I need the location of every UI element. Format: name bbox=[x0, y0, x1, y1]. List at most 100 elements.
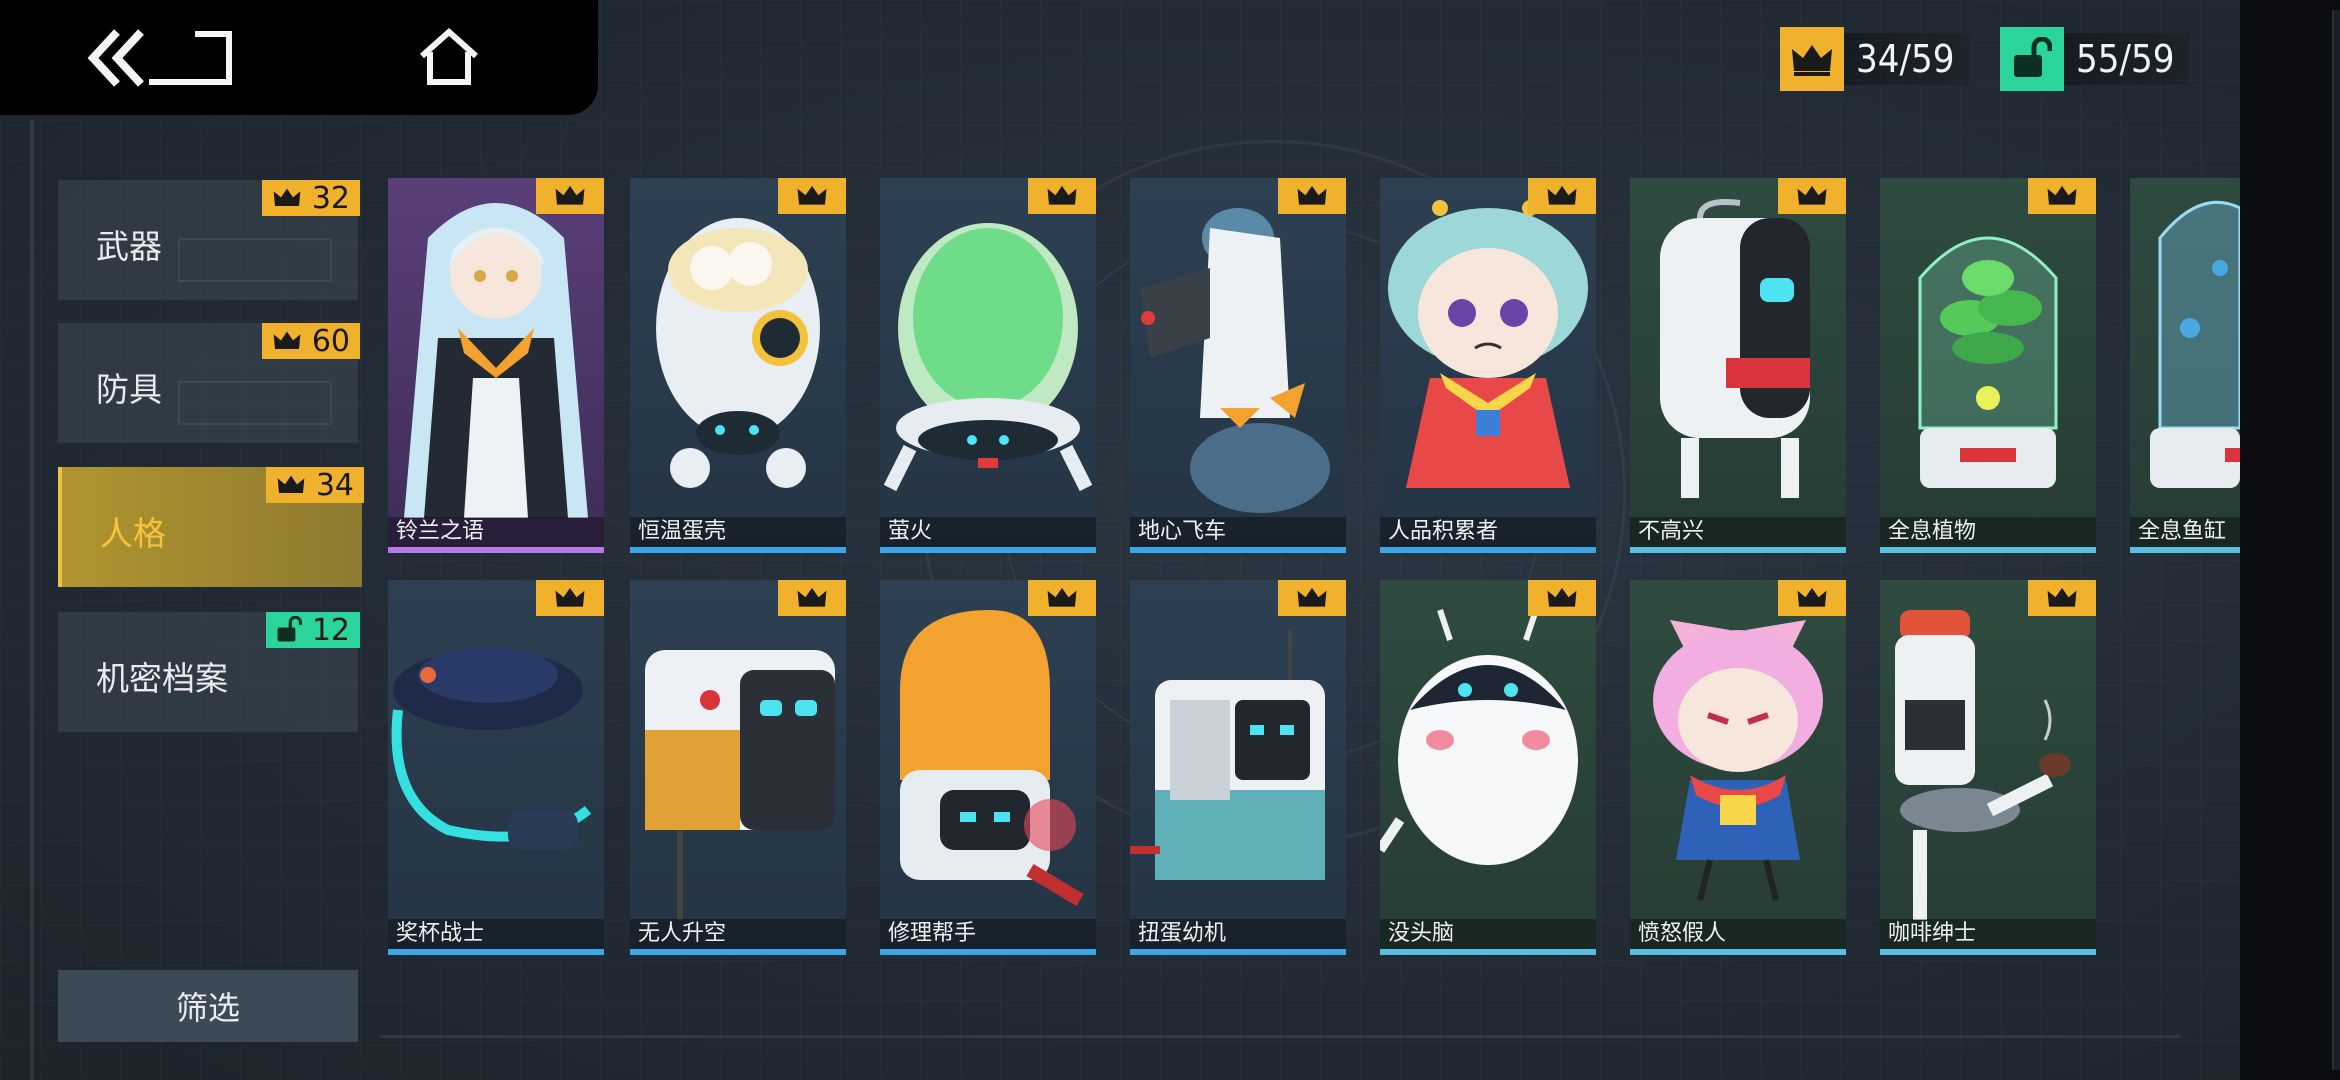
item-card[interactable]: 没头脑 bbox=[1380, 580, 1596, 955]
category-count: 12 bbox=[311, 612, 350, 648]
crown-icon bbox=[1047, 587, 1077, 607]
crown-icon bbox=[2047, 587, 2077, 607]
rarity-stripe bbox=[388, 949, 604, 955]
category-count: 34 bbox=[315, 467, 354, 503]
unlock-count: 55/59 bbox=[2064, 33, 2189, 85]
item-name: 全息鱼缸 bbox=[2138, 519, 2227, 544]
category-badge: 32 bbox=[261, 180, 360, 216]
crown-icon bbox=[555, 587, 585, 607]
rarity-stripe bbox=[630, 949, 846, 955]
item-name: 全息植物 bbox=[1888, 519, 1977, 544]
crown-badge bbox=[2028, 580, 2096, 616]
category-armor[interactable]: 防具 60 bbox=[58, 323, 360, 443]
crown-icon bbox=[273, 188, 301, 206]
rarity-stripe bbox=[1380, 547, 1596, 553]
crown-count: 34/59 bbox=[1844, 33, 1969, 85]
item-name: 扭蛋幼机 bbox=[1138, 921, 1227, 946]
rarity-stripe bbox=[1380, 949, 1596, 955]
crown-badge bbox=[536, 580, 604, 616]
item-card[interactable]: 咖啡绅士 bbox=[1880, 580, 2096, 955]
item-card[interactable]: 扭蛋幼机 bbox=[1130, 580, 1346, 955]
rarity-stripe bbox=[388, 547, 604, 553]
crown-badge bbox=[2028, 178, 2096, 214]
rarity-stripe bbox=[880, 949, 1096, 955]
item-name: 修理帮手 bbox=[888, 921, 977, 946]
item-card[interactable]: 不高兴 bbox=[1630, 178, 1846, 553]
crown-badge bbox=[1278, 178, 1346, 214]
crown-badge bbox=[1528, 580, 1596, 616]
category-badge: 12 bbox=[265, 612, 360, 648]
item-name: 无人升空 bbox=[638, 921, 727, 946]
rarity-stripe bbox=[1880, 949, 2096, 955]
rarity-stripe bbox=[1630, 949, 1846, 955]
category-count: 32 bbox=[311, 180, 350, 216]
item-card[interactable]: 萤火 bbox=[880, 178, 1096, 553]
double-chevron-back-icon[interactable] bbox=[85, 28, 235, 88]
filter-button[interactable]: 筛选 bbox=[58, 970, 358, 1042]
crown-icon bbox=[797, 587, 827, 607]
category-classified-files[interactable]: 机密档案 12 bbox=[58, 612, 360, 732]
rarity-stripe bbox=[2130, 547, 2240, 553]
robot-art bbox=[645, 650, 835, 920]
unlock-icon bbox=[277, 616, 302, 642]
crown-icon bbox=[1797, 185, 1827, 205]
crown-badge bbox=[1028, 178, 1096, 214]
item-card[interactable]: 无人升空 bbox=[630, 580, 846, 955]
category-count: 60 bbox=[311, 323, 350, 359]
crown-icon bbox=[1780, 27, 1844, 91]
rarity-stripe bbox=[1130, 547, 1346, 553]
item-card[interactable]: 全息植物 bbox=[1880, 178, 2096, 553]
category-label: 人格 bbox=[100, 514, 166, 553]
right-edge-bracket bbox=[2332, 10, 2340, 1070]
item-name: 人品积累者 bbox=[1388, 519, 1499, 544]
crown-badge bbox=[1028, 580, 1096, 616]
robot-art bbox=[1140, 208, 1330, 513]
category-badge: 34 bbox=[265, 467, 364, 503]
rarity-stripe bbox=[630, 547, 846, 553]
crown-badge bbox=[778, 178, 846, 214]
category-badge: 60 bbox=[261, 323, 360, 359]
item-card[interactable]: 地心飞车 bbox=[1130, 178, 1346, 553]
item-name: 萤火 bbox=[888, 519, 933, 544]
crown-badge bbox=[778, 580, 846, 616]
item-card[interactable]: 全息鱼缸 bbox=[2130, 178, 2240, 553]
robot-art bbox=[883, 223, 1093, 492]
item-name: 铃兰之语 bbox=[396, 519, 485, 544]
rarity-stripe bbox=[1130, 949, 1346, 955]
category-personality[interactable]: 人格 34 bbox=[58, 467, 364, 587]
crown-icon bbox=[555, 185, 585, 205]
item-card[interactable]: 愤怒假人 bbox=[1630, 580, 1846, 955]
robot-art bbox=[1895, 610, 2071, 920]
crown-icon bbox=[1297, 587, 1327, 607]
item-name: 没头脑 bbox=[1388, 921, 1455, 946]
crown-badge bbox=[536, 178, 604, 214]
character-art bbox=[1653, 620, 1823, 901]
item-card[interactable]: 人品积累者 bbox=[1380, 178, 1596, 553]
robot-art bbox=[900, 610, 1084, 907]
item-name: 恒温蛋壳 bbox=[638, 519, 727, 544]
item-card[interactable]: 铃兰之语 bbox=[388, 178, 604, 553]
character-art bbox=[404, 203, 588, 518]
panel-decoration bbox=[178, 381, 332, 425]
item-card[interactable]: 修理帮手 bbox=[880, 580, 1096, 955]
game-screen: 34/59 55/59 武器 32 防具 60 人格 34 机密档案 12 筛选… bbox=[0, 0, 2240, 1080]
crown-badge bbox=[1778, 178, 1846, 214]
crown-icon bbox=[1797, 587, 1827, 607]
crown-icon bbox=[1047, 185, 1077, 205]
crown-icon bbox=[797, 185, 827, 205]
bottom-circuit-line bbox=[380, 1035, 2180, 1038]
crown-badge bbox=[1278, 580, 1346, 616]
left-frame-line bbox=[30, 120, 34, 1080]
unlock-counter: 55/59 bbox=[2000, 27, 2189, 91]
category-label: 防具 bbox=[96, 370, 162, 409]
rarity-stripe bbox=[1880, 547, 2096, 553]
item-name: 地心飞车 bbox=[1138, 519, 1227, 544]
crown-icon bbox=[2047, 185, 2077, 205]
rarity-stripe bbox=[880, 547, 1096, 553]
character-art bbox=[1388, 200, 1588, 488]
home-icon[interactable] bbox=[418, 28, 480, 86]
crown-icon bbox=[1547, 185, 1577, 205]
item-card[interactable]: 恒温蛋壳 bbox=[630, 178, 846, 553]
item-card[interactable]: 奖杯战士 bbox=[388, 580, 604, 955]
category-weapons[interactable]: 武器 32 bbox=[58, 180, 360, 300]
